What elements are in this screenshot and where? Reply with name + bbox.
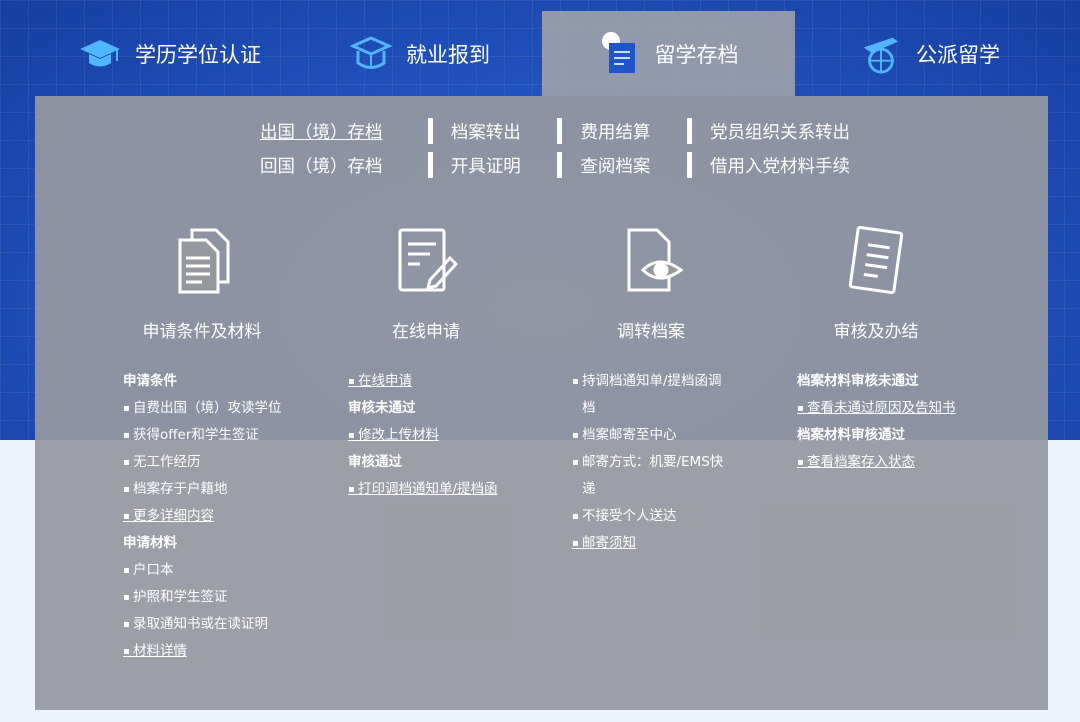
archive-subnav: 出国（境）存档 档案转出 费用结算 党员组织关系转出 回国（境）存档 开具证明 … xyxy=(260,114,860,182)
list-item: 持调档通知单/提档函调 xyxy=(572,368,742,395)
application-column: 在线申请 审核未通过 修改上传材料 审核通过 打印调档通知单/提档函 xyxy=(348,368,558,503)
more-details-link[interactable]: 更多详细内容 xyxy=(123,503,333,530)
tab-government-sponsored-study[interactable]: 公派留学 xyxy=(850,11,1010,96)
list-item: 不接受个人送达 xyxy=(572,503,742,530)
step-conditions-materials: 申请条件及材料 xyxy=(102,224,302,342)
subnav-row: 回国（境）存档 开具证明 查阅档案 借用入党材料手续 xyxy=(260,148,860,182)
step-review-complete: 审核及办结 xyxy=(776,224,976,342)
transfer-column: 持调档通知单/提档函调 档 档案邮寄至中心 邮寄方式：机要/EMS快 递 不接受… xyxy=(572,368,742,557)
list-item: 获得offer和学生签证 xyxy=(123,422,333,449)
separator xyxy=(427,118,433,144)
list-item-continued: 档 xyxy=(582,400,596,416)
separator xyxy=(557,152,563,178)
airplane-globe-icon xyxy=(860,33,902,75)
tab-label: 学历学位认证 xyxy=(135,42,261,67)
view-archive-status-link[interactable]: 查看档案存入状态 xyxy=(797,449,1007,476)
list-item: 录取通知书或在读证明 xyxy=(123,611,333,638)
list-item: 档案邮寄至中心 xyxy=(572,422,742,449)
list-item-continued: 递 xyxy=(582,481,596,497)
section-heading: 审核未通过 xyxy=(348,400,416,416)
subnav-return-archive[interactable]: 回国（境）存档 xyxy=(260,153,420,178)
subnav-issue-certificate[interactable]: 开具证明 xyxy=(441,153,550,178)
step-label: 申请条件及材料 xyxy=(142,322,262,342)
archive-content-panel: 出国（境）存档 档案转出 费用结算 党员组织关系转出 回国（境）存档 开具证明 … xyxy=(35,96,1048,710)
tab-label: 留学存档 xyxy=(654,42,739,67)
section-heading: 申请材料 xyxy=(123,535,177,551)
separator xyxy=(687,118,692,144)
list-item: 邮寄方式：机要/EMS快 xyxy=(572,449,742,476)
list-item: 护照和学生签证 xyxy=(123,584,333,611)
step-label: 审核及办结 xyxy=(833,322,919,342)
graduation-cap-icon xyxy=(79,33,121,75)
open-book-icon xyxy=(350,33,392,75)
step-label: 调转档案 xyxy=(617,322,685,342)
document-archive-icon xyxy=(599,31,641,75)
view-rejection-reason-link[interactable]: 查看未通过原因及告知书 xyxy=(797,395,1007,422)
subnav-borrow-party-materials[interactable]: 借用入党材料手续 xyxy=(700,153,860,178)
list-item: 户口本 xyxy=(123,557,333,584)
checklist-icon xyxy=(840,224,912,296)
subnav-fee-settlement[interactable]: 费用结算 xyxy=(570,119,679,144)
mailing-notice-link[interactable]: 邮寄须知 xyxy=(572,530,742,557)
section-heading: 档案材料审核未通过 xyxy=(797,373,919,389)
list-item: 无工作经历 xyxy=(123,449,333,476)
subnav-row: 出国（境）存档 档案转出 费用结算 党员组织关系转出 xyxy=(260,114,860,148)
separator xyxy=(557,118,563,144)
documents-icon xyxy=(166,224,238,296)
online-apply-link[interactable]: 在线申请 xyxy=(348,368,558,395)
separator xyxy=(427,152,433,178)
section-heading: 审核通过 xyxy=(348,454,402,470)
print-notice-link[interactable]: 打印调档通知单/提档函 xyxy=(348,476,558,503)
subnav-outbound-archive[interactable]: 出国（境）存档 xyxy=(260,119,420,144)
section-heading: 档案材料审核通过 xyxy=(797,427,905,443)
subnav-view-archive[interactable]: 查阅档案 xyxy=(570,153,679,178)
tab-study-abroad-archive[interactable]: 留学存档 xyxy=(542,11,795,96)
step-transfer-archive: 调转档案 xyxy=(551,224,751,342)
step-label: 在线申请 xyxy=(392,322,460,342)
materials-details-link[interactable]: 材料详情 xyxy=(123,638,333,665)
section-heading: 申请条件 xyxy=(123,373,177,389)
document-eye-icon xyxy=(615,224,687,296)
tab-label: 公派留学 xyxy=(916,42,1000,67)
conditions-column: 申请条件 自费出国（境）攻读学位 获得offer和学生签证 无工作经历 档案存于… xyxy=(123,368,333,665)
list-item: 自费出国（境）攻读学位 xyxy=(123,395,333,422)
modify-upload-link[interactable]: 修改上传材料 xyxy=(348,422,558,449)
form-edit-icon xyxy=(390,224,462,296)
subnav-party-relation-transfer[interactable]: 党员组织关系转出 xyxy=(700,119,860,144)
list-item: 档案存于户籍地 xyxy=(123,476,333,503)
subnav-archive-transfer-out[interactable]: 档案转出 xyxy=(441,119,550,144)
service-tabs: 学历学位认证 就业报到 留学存档 公派留学 xyxy=(0,0,1080,96)
tab-degree-certification[interactable]: 学历学位认证 xyxy=(70,11,270,96)
review-column: 档案材料审核未通过 查看未通过原因及告知书 档案材料审核通过 查看档案存入状态 xyxy=(797,368,1007,476)
tab-label: 就业报到 xyxy=(406,42,490,67)
step-online-application: 在线申请 xyxy=(326,224,526,342)
separator xyxy=(687,152,692,178)
tab-employment-report[interactable]: 就业报到 xyxy=(340,11,500,96)
